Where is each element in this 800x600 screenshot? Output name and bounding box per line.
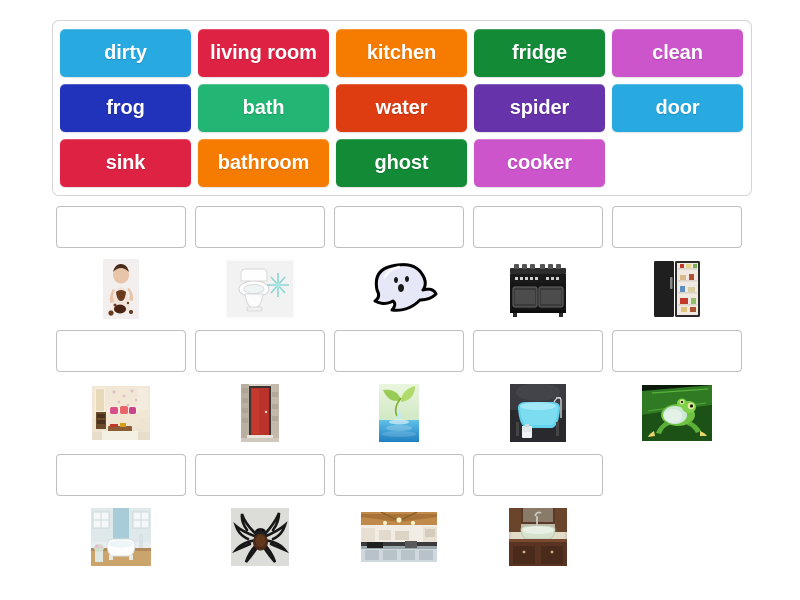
answer-row-3: [52, 454, 752, 569]
picture-wrap: [56, 256, 186, 321]
word-tile-dirty[interactable]: dirty: [60, 29, 191, 77]
drop-box[interactable]: [612, 206, 742, 248]
picture-wrap: [612, 380, 742, 445]
word-tile-clean[interactable]: clean: [612, 29, 743, 77]
word-tile-bank: dirty living room kitchen fridge clean f…: [52, 20, 752, 196]
picture-wrap: [334, 504, 464, 569]
drop-box[interactable]: [195, 454, 325, 496]
clean-bathroom-photo[interactable]: [91, 507, 151, 566]
match-up-activity: dirty living room kitchen fridge clean f…: [0, 0, 800, 600]
word-tile-bath[interactable]: bath: [198, 84, 329, 132]
toilet-photo[interactable]: [225, 258, 295, 319]
answer-cell: [330, 206, 468, 321]
word-tile-sink[interactable]: sink: [60, 139, 191, 187]
picture-wrap: [56, 504, 186, 569]
picture-wrap: [195, 380, 325, 445]
living-room-photo[interactable]: [92, 385, 150, 440]
green-frog-photo[interactable]: [642, 384, 712, 441]
cooker-range-photo[interactable]: [506, 259, 570, 318]
picture-wrap: [612, 256, 742, 321]
ghost-clipart[interactable]: [360, 260, 438, 318]
word-tile-frog[interactable]: frog: [60, 84, 191, 132]
word-tile-ghost[interactable]: ghost: [336, 139, 467, 187]
answer-cell: [608, 330, 746, 445]
picture-wrap: [473, 504, 603, 569]
answer-cell: [191, 454, 329, 569]
word-tile-bathroom[interactable]: bathroom: [198, 139, 329, 187]
answer-cell: [52, 454, 190, 569]
tile-slot-empty: [612, 139, 743, 187]
word-tile-cooker[interactable]: cooker: [474, 139, 605, 187]
kitchen-photo[interactable]: [361, 511, 437, 562]
answer-cell: [469, 330, 607, 445]
picture-wrap: [473, 380, 603, 445]
answer-cell: [52, 330, 190, 445]
answer-cell: [469, 206, 607, 321]
picture-wrap: [473, 256, 603, 321]
water-drop-photo[interactable]: [379, 383, 419, 442]
drop-box[interactable]: [334, 454, 464, 496]
drop-box[interactable]: [195, 206, 325, 248]
answer-cell: [469, 454, 607, 569]
word-tile-water[interactable]: water: [336, 84, 467, 132]
dirty-child-photo[interactable]: [103, 258, 139, 319]
word-tile-door[interactable]: door: [612, 84, 743, 132]
picture-wrap: [195, 256, 325, 321]
answer-cell: [191, 206, 329, 321]
drop-box[interactable]: [56, 454, 186, 496]
word-tile-spider[interactable]: spider: [474, 84, 605, 132]
tile-row-2: frog bath water spider door: [60, 84, 744, 132]
picture-wrap: [334, 256, 464, 321]
fridge-photo[interactable]: [651, 258, 703, 319]
drop-box[interactable]: [334, 206, 464, 248]
spider-photo[interactable]: [231, 507, 289, 566]
drop-box[interactable]: [56, 330, 186, 372]
answer-cell: [330, 454, 468, 569]
picture-wrap: [56, 380, 186, 445]
word-tile-fridge[interactable]: fridge: [474, 29, 605, 77]
drop-box[interactable]: [473, 206, 603, 248]
tile-row-1: dirty living room kitchen fridge clean: [60, 29, 744, 77]
answer-cell: [191, 330, 329, 445]
red-door-photo[interactable]: [241, 383, 279, 442]
tile-row-3: sink bathroom ghost cooker: [60, 139, 744, 187]
picture-wrap: [334, 380, 464, 445]
word-tile-living-room[interactable]: living room: [198, 29, 329, 77]
answer-cell: [330, 330, 468, 445]
sink-photo[interactable]: [509, 507, 567, 566]
drop-box[interactable]: [612, 330, 742, 372]
answer-row-1: [52, 206, 752, 321]
drop-box[interactable]: [56, 206, 186, 248]
word-tile-kitchen[interactable]: kitchen: [336, 29, 467, 77]
picture-wrap: [195, 504, 325, 569]
drop-box[interactable]: [473, 330, 603, 372]
answer-cell: [608, 206, 746, 321]
drop-box[interactable]: [473, 454, 603, 496]
drop-box[interactable]: [195, 330, 325, 372]
answer-area: [52, 206, 752, 578]
answer-row-2: [52, 330, 752, 445]
bathtub-photo[interactable]: [510, 383, 566, 442]
answer-cell: [52, 206, 190, 321]
answer-cell-empty: [608, 454, 746, 569]
drop-box[interactable]: [334, 330, 464, 372]
